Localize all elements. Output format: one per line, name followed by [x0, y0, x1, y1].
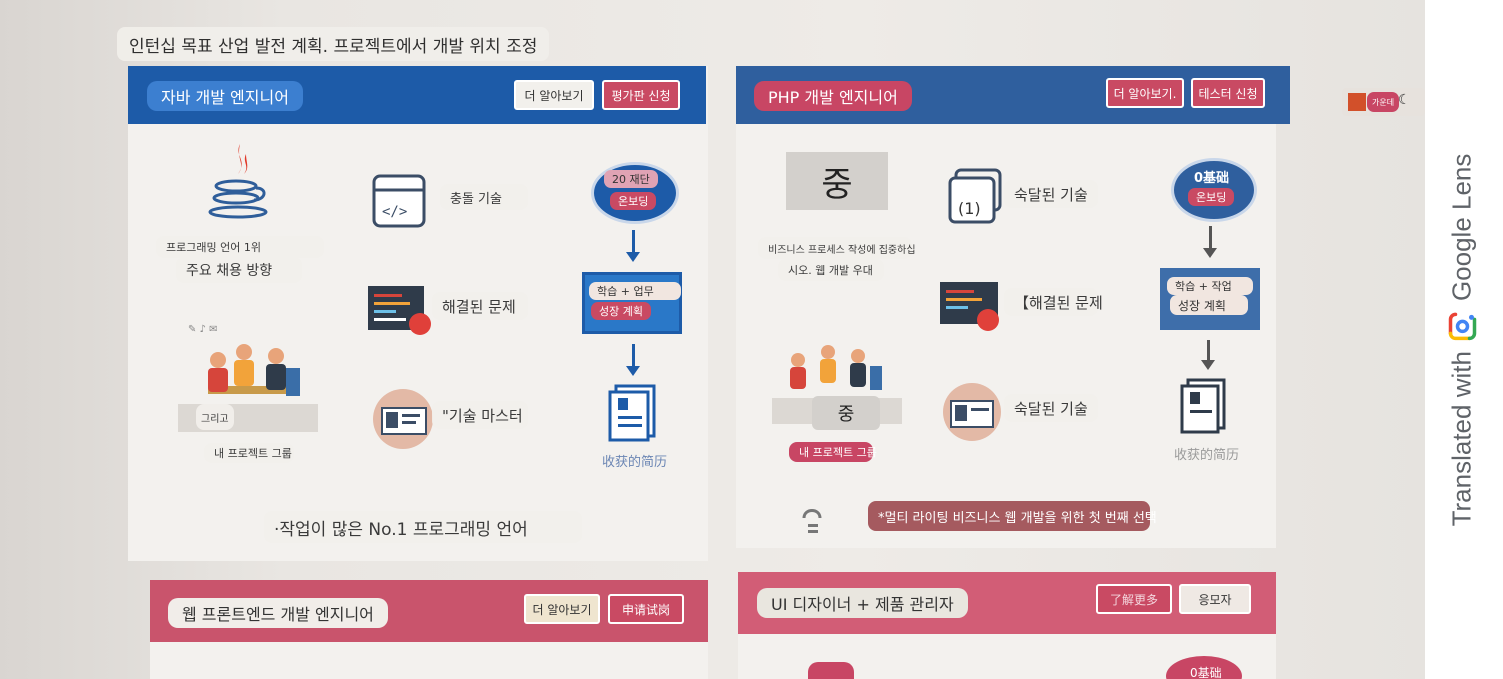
moon-icon: ☾	[1398, 92, 1411, 108]
java-direction: 주요 채용 방향	[176, 257, 302, 283]
php-feature-3: 숙달된 기술	[1004, 394, 1098, 422]
photographed-screen: 인턴십 목표 산업 발전 계획. 프로젝트에서 개발 위치 조정 자바 개발 엔…	[0, 0, 1425, 679]
php-card-title: PHP 개발 엔지니어	[754, 81, 912, 111]
headset-icon	[802, 509, 822, 533]
java-learn-more-button[interactable]: 더 알아보기	[514, 80, 594, 110]
java-logo-icon	[208, 144, 268, 219]
team-meeting-illustration: ✎ ♪ ✉	[178, 324, 318, 432]
php-footer: *멀티 라이팅 비즈니스 웹 개발을 위한 첫 번째 선택	[868, 501, 1157, 531]
php-mid-char: 중	[812, 396, 880, 430]
java-card-title: 자바 개발 엔지니어	[147, 81, 303, 111]
php-learn-more-button[interactable]: 더 알아보기.	[1106, 78, 1184, 108]
svg-text:✎ ♪ ✉: ✎ ♪ ✉	[188, 324, 218, 335]
ui-badge-top: 0基础	[1190, 666, 1222, 679]
resume-icon	[608, 384, 656, 442]
ui-apply-button[interactable]: 응모자	[1179, 584, 1251, 614]
php-plan-top: 학습 + 작업	[1167, 277, 1253, 295]
google-lens-icon	[1448, 312, 1476, 340]
php-apply-button[interactable]: 테스터 신청	[1191, 78, 1265, 108]
java-plan-top: 학습 + 업무	[589, 282, 681, 300]
php-badge-top: 0基础	[1194, 171, 1230, 186]
java-badge-top: 20 재단	[604, 170, 658, 188]
lens-prefix: Translated with	[1446, 351, 1477, 527]
id-card-icon	[373, 389, 433, 449]
flow-arrow	[1201, 340, 1215, 370]
google-lens-watermark: Translated with Google Lens	[1447, 154, 1478, 527]
flow-arrow	[1203, 226, 1217, 258]
java-feature-1: 충돌 기술	[440, 184, 528, 210]
resume-icon	[1180, 378, 1226, 434]
frontend-card-title: 웹 프론트엔드 개발 엔지니어	[168, 598, 388, 628]
lens-brand: Google Lens	[1446, 153, 1477, 302]
page-title: 인턴십 목표 산업 발전 계획. 프로젝트에서 개발 위치 조정	[117, 27, 550, 61]
java-and-label: 그리고	[196, 404, 234, 430]
java-badge-bottom: 온보딩	[610, 192, 657, 210]
java-rank-line: 프로그래밍 언어 1위	[156, 236, 324, 258]
php-feature-1: 숙달된 기술	[1004, 180, 1098, 208]
code-screen-icon	[368, 286, 431, 335]
id-card-icon	[943, 383, 1001, 441]
php-big-char: 중	[786, 152, 888, 210]
java-apply-button[interactable]: 평가판 신청	[602, 80, 680, 110]
flow-arrow	[626, 230, 640, 262]
svg-text:</>: </>	[382, 204, 407, 220]
side-widget-label: 가운데	[1367, 92, 1400, 112]
ui-decoration	[808, 662, 854, 679]
java-feature-3: "기술 마스터	[432, 401, 528, 429]
java-group-label: 내 프로젝트 그룹	[204, 443, 294, 463]
frontend-learn-more-button[interactable]: 더 알아보기	[524, 594, 600, 624]
java-plan-bottom: 성장 계획	[591, 302, 651, 320]
ui-learn-more-button[interactable]: 了解更多	[1096, 584, 1172, 614]
php-badge-bottom: 온보딩	[1188, 188, 1235, 206]
php-resume-label: 收获的简历	[1174, 448, 1240, 463]
php-line-2: 시오. 웹 개발 우대	[778, 259, 884, 281]
php-line-1: 비즈니스 프로세스 작성에 집중하십	[758, 237, 916, 259]
code-window-icon: </>	[372, 174, 426, 228]
code-screen-icon	[940, 282, 999, 331]
php-plan-bottom: 성장 계획	[1170, 295, 1248, 315]
side-widget-flag-icon	[1348, 93, 1366, 111]
php-group-label: 내 프로젝트 그룹	[789, 442, 877, 462]
php-feature-2: 【해결된 문제	[1004, 288, 1103, 316]
java-footer: ·작업이 많은 No.1 프로그래밍 언어	[264, 511, 582, 543]
ui-card-title: UI 디자이너 + 제품 관리자	[757, 588, 968, 618]
frontend-apply-button[interactable]: 申请试岗	[608, 594, 684, 624]
frontend-card-body	[150, 642, 708, 679]
java-feature-2: 해결된 문제	[432, 292, 528, 320]
php-feature-1-icon-label: (1)	[958, 199, 981, 218]
java-resume-label: 收获的简历	[602, 455, 668, 470]
flow-arrow	[626, 344, 640, 376]
